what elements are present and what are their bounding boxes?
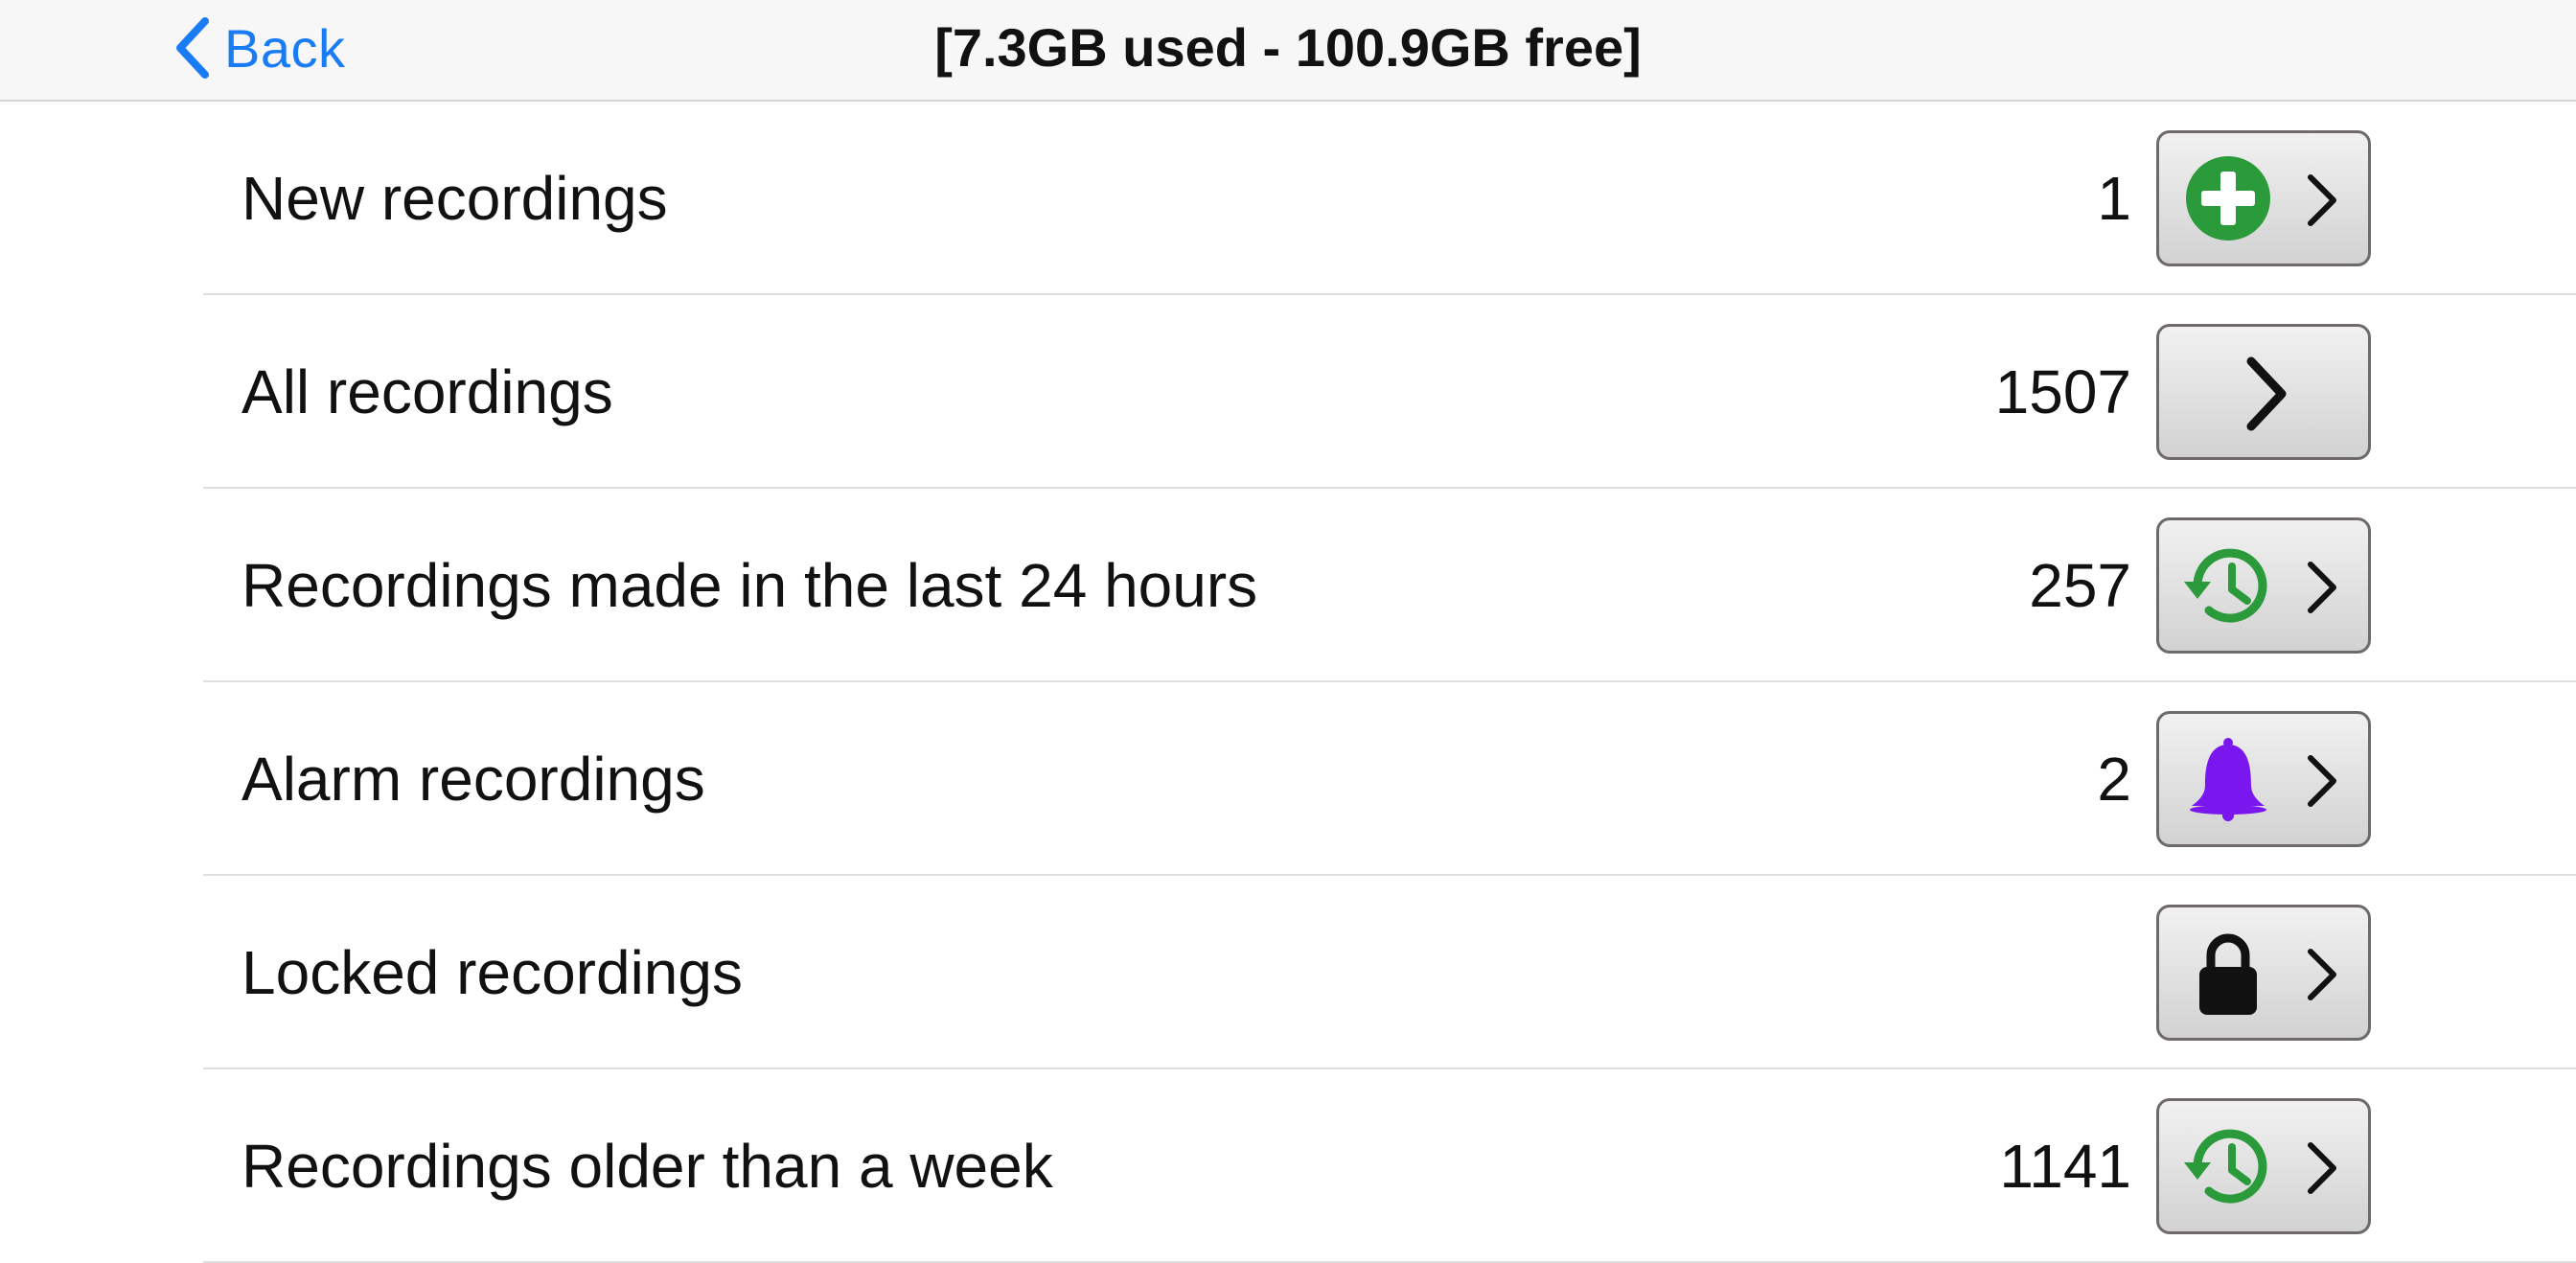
row-count: 257: [2029, 551, 2131, 620]
chevron-right-icon: [2303, 946, 2341, 1003]
last-24-hours-button[interactable]: [2156, 517, 2371, 654]
row-count: 1507: [1994, 357, 2131, 426]
list-item-locked-recordings[interactable]: Locked recordings: [0, 876, 2576, 1069]
chevron-right-icon: [2303, 752, 2341, 810]
list-item-alarm-recordings[interactable]: Alarm recordings 2: [0, 682, 2576, 876]
row-label: Recordings older than a week: [242, 1132, 1053, 1201]
alarm-recordings-button[interactable]: [2156, 711, 2371, 847]
chevron-right-icon: [2303, 559, 2341, 616]
bell-icon: [2180, 731, 2276, 827]
new-recordings-button[interactable]: [2156, 130, 2371, 266]
history-clock-icon: [2180, 1118, 2276, 1214]
row-count: 2: [2097, 745, 2131, 814]
page-title: [7.3GB used - 100.9GB free]: [934, 17, 1642, 78]
list-item-older-than-week[interactable]: Recordings older than a week 1141: [0, 1069, 2576, 1263]
row-label: Recordings made in the last 24 hours: [242, 551, 1258, 620]
plus-circle-icon: [2180, 150, 2276, 246]
list-item-all-recordings[interactable]: All recordings 1507: [0, 295, 2576, 489]
older-than-week-button[interactable]: [2156, 1098, 2371, 1234]
list-item-last-24-hours[interactable]: Recordings made in the last 24 hours 257: [0, 489, 2576, 682]
all-recordings-button[interactable]: [2156, 324, 2371, 460]
chevron-right-icon: [2303, 172, 2341, 229]
row-label: New recordings: [242, 164, 668, 233]
row-label: Locked recordings: [242, 938, 743, 1007]
row-count: 1141: [1999, 1132, 2131, 1201]
row-label: Alarm recordings: [242, 745, 705, 814]
row-label: All recordings: [242, 357, 613, 426]
list-item-new-recordings[interactable]: New recordings 1: [0, 102, 2576, 295]
recordings-list: New recordings 1 All recordings 1507 Rec…: [0, 102, 2576, 1263]
locked-recordings-button[interactable]: [2156, 905, 2371, 1041]
chevron-right-icon: [2303, 1139, 2341, 1197]
lock-icon: [2180, 925, 2276, 1021]
row-count: 1: [2097, 164, 2131, 233]
chevron-right-icon: [2238, 354, 2295, 434]
navigation-bar: Back [7.3GB used - 100.9GB free]: [0, 0, 2576, 102]
history-clock-icon: [2180, 538, 2276, 633]
